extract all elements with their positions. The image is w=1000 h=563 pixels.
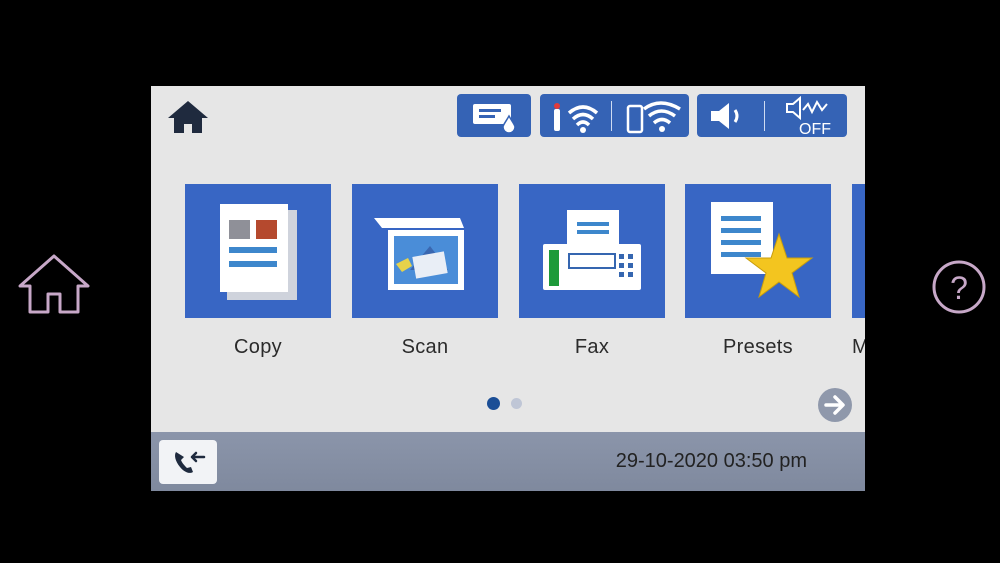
page-dot [511,398,522,409]
separator [764,100,766,131]
more-tile-button[interactable] [852,184,865,318]
scan-tile[interactable]: Scan [352,184,498,359]
copy-tile-button[interactable] [185,184,331,318]
scan-tile-button[interactable] [352,184,498,318]
home-icon[interactable] [165,98,211,136]
fax-tile-button[interactable] [519,184,665,318]
scan-icon [374,218,464,290]
presets-label: Presets [723,336,793,358]
help-label: ? [950,270,968,306]
home-icon[interactable] [16,252,92,316]
sound-status-button[interactable]: OFF [697,94,847,137]
presets-tile-button[interactable] [685,184,831,318]
fax-tile[interactable]: Fax [519,184,665,359]
separator [611,100,612,131]
network-status-button[interactable] [540,94,689,137]
scan-label: Scan [401,336,449,358]
quiet-mode-off-icon: OFF [786,95,831,136]
more-label: M [852,336,865,358]
page-indicator [487,397,522,410]
ink-status-icon [473,103,516,133]
copy-icon [220,204,297,300]
fax-label: Fax [574,336,610,358]
more-tile[interactable]: M [852,184,865,359]
status-footer: 29-10-2020 03:50 pm [151,432,865,491]
copy-label: Copy [234,336,282,358]
printer-display: OFF Copy Scan Fax Presets M 29-10-2020 0… [151,86,865,491]
fax-icon [543,210,641,290]
quiet-mode-label: OFF [799,121,831,136]
wifi-icon [554,102,599,133]
help-icon[interactable]: ? [930,258,988,316]
presets-tile[interactable]: Presets [685,184,831,359]
wifi-direct-icon [626,100,681,133]
copy-tile[interactable]: Copy [185,184,331,359]
function-menu: Copy Scan Fax Presets M [151,184,865,374]
page-dot-active [487,397,500,410]
ink-status-button[interactable] [457,94,531,137]
fax-log-icon [175,451,206,473]
date-time: 29-10-2020 03:50 pm [615,450,807,472]
volume-icon [710,102,739,129]
fax-log-button[interactable] [159,440,217,484]
presets-icon [711,202,814,299]
arrow-right-icon[interactable] [816,386,854,424]
